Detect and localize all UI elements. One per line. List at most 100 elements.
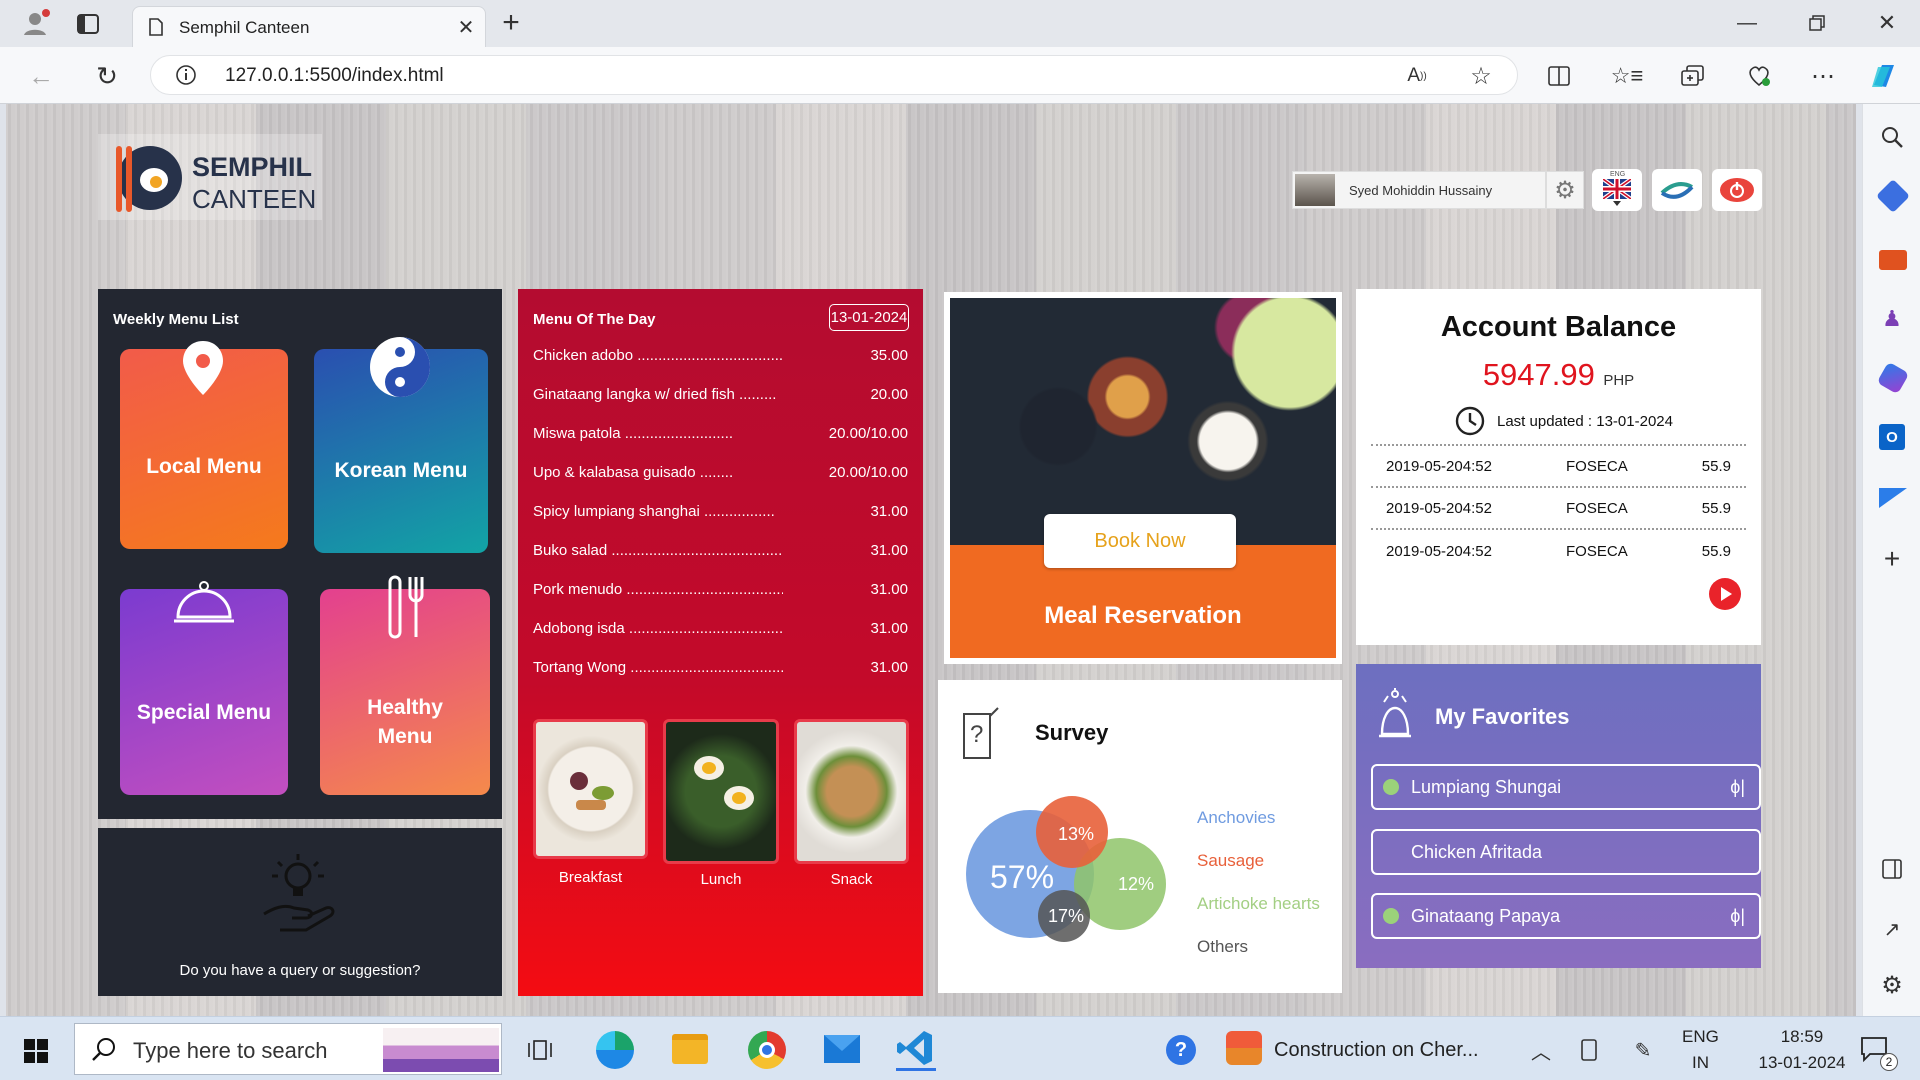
- hide-sidebar-icon[interactable]: [1877, 854, 1907, 884]
- mail-icon[interactable]: [824, 1035, 860, 1063]
- minimize-icon[interactable]: —: [1730, 8, 1764, 38]
- menu-date-badge[interactable]: 13-01-2024: [829, 304, 909, 331]
- lunch-label: Lunch: [700, 871, 742, 888]
- label-12: 12%: [1118, 874, 1154, 894]
- task-view-icon[interactable]: [522, 1033, 558, 1067]
- keyboard-region[interactable]: IN: [1692, 1053, 1709, 1073]
- profile-icon[interactable]: [18, 6, 52, 40]
- more-options-icon[interactable]: ⋯: [1808, 61, 1838, 91]
- menu-item-row: Tortang Wong ...........................…: [533, 659, 908, 698]
- utensils-icon[interactable]: ϕ|: [1730, 906, 1745, 927]
- menu-item-name: Tortang Wong ...........................…: [533, 659, 783, 676]
- language-selector[interactable]: ENG: [1592, 169, 1642, 211]
- query-panel[interactable]: Do you have a query or suggestion?: [98, 828, 502, 996]
- file-explorer-icon[interactable]: [672, 1034, 708, 1064]
- tx-store: FOSECA: [1566, 542, 1628, 560]
- survey-question-icon[interactable]: ?: [960, 706, 1000, 762]
- add-sidebar-icon[interactable]: +: [1877, 543, 1907, 574]
- menu-item-row: Ginataang langka w/ dried fish .........…: [533, 386, 908, 425]
- tx-date: 2019-05-204:52: [1386, 457, 1492, 475]
- search-placeholder: Type here to search: [133, 1038, 328, 1063]
- snack-image[interactable]: [794, 719, 909, 864]
- read-aloud-icon[interactable]: A)): [1403, 62, 1431, 90]
- news-traffic-icon[interactable]: [1226, 1031, 1262, 1065]
- split-screen-icon[interactable]: [1544, 61, 1574, 91]
- collections-icon[interactable]: [1678, 61, 1708, 91]
- url-field[interactable]: 127.0.0.1:5500/index.html A)) ☆: [150, 55, 1518, 95]
- refresh-icon[interactable]: ↻: [92, 61, 122, 91]
- outlook-icon[interactable]: O: [1879, 424, 1905, 450]
- close-tab-icon[interactable]: ✕: [455, 16, 477, 39]
- page-icon: [147, 17, 165, 37]
- search-icon[interactable]: [1877, 122, 1907, 152]
- menu-item-name: Spicy lumpiang shanghai ................…: [533, 503, 775, 520]
- tx-amount: 55.9: [1701, 457, 1731, 475]
- clock-date[interactable]: 13-01-2024: [1752, 1053, 1852, 1073]
- tx-date: 2019-05-204:52: [1386, 542, 1492, 560]
- settings-gear-icon[interactable]: ⚙: [1877, 970, 1907, 1000]
- new-tab-icon[interactable]: +: [496, 6, 526, 39]
- tablet-icon[interactable]: [1574, 1035, 1604, 1065]
- site-info-icon[interactable]: [175, 64, 197, 86]
- meal-reservation-card[interactable]: Book Now Meal Reservation: [944, 292, 1342, 664]
- start-windows-icon[interactable]: [24, 1039, 48, 1063]
- transaction-row: 2019-05-204:52 FOSECA 55.9: [1371, 530, 1746, 572]
- keyboard-lang[interactable]: ENG: [1682, 1027, 1719, 1047]
- logo-line-1: SEMPHIL: [192, 152, 313, 182]
- tab-semphil-canteen[interactable]: Semphil Canteen ✕: [132, 6, 486, 47]
- lunch-image[interactable]: [663, 719, 779, 864]
- tab-actions-icon[interactable]: [74, 10, 102, 38]
- vscode-icon[interactable]: [896, 1029, 936, 1071]
- local-menu-tile[interactable]: Local Menu: [120, 341, 288, 549]
- send-icon[interactable]: [1879, 488, 1907, 508]
- healthy-menu-tile[interactable]: Healthy Menu: [320, 575, 490, 795]
- favorite-item[interactable]: Ginataang Papaya ϕ|: [1371, 893, 1761, 939]
- browser-essentials-icon[interactable]: [1744, 61, 1774, 91]
- favorites-icon[interactable]: ☆≡: [1611, 61, 1644, 91]
- tx-amount: 55.9: [1701, 542, 1731, 560]
- menu-item-name: Pork menudo ............................…: [533, 581, 783, 598]
- back-icon[interactable]: ←: [26, 61, 56, 91]
- windows-taskbar: Type here to search ? Construction on Ch…: [0, 1016, 1920, 1080]
- weekly-menu-panel: Weekly Menu List Local Menu Korean Menu …: [98, 289, 502, 819]
- menu-item-name: Miswa patola ..........................: [533, 425, 734, 442]
- site-logo[interactable]: SEMPHIL CANTEEN: [98, 134, 322, 220]
- favorite-star-icon[interactable]: ☆: [1467, 62, 1495, 90]
- favorite-item[interactable]: Lumpiang Shungai ϕ|: [1371, 764, 1761, 810]
- tx-store: FOSECA: [1566, 499, 1628, 517]
- utensils-icon[interactable]: ϕ|: [1730, 777, 1745, 798]
- games-icon[interactable]: ♟: [1877, 304, 1907, 334]
- play-more-icon[interactable]: [1708, 577, 1742, 611]
- close-window-icon[interactable]: ✕: [1870, 8, 1904, 38]
- user-settings-gear-icon[interactable]: ⚙: [1546, 171, 1584, 209]
- book-now-button[interactable]: Book Now: [1044, 514, 1236, 568]
- menu-item-row: Buko salad .............................…: [533, 542, 908, 581]
- clock-time[interactable]: 18:59: [1762, 1027, 1842, 1047]
- yin-yang-icon: [370, 337, 430, 397]
- power-icon[interactable]: [1712, 169, 1762, 211]
- uk-flag-icon: [1603, 179, 1631, 199]
- microsoft365-icon[interactable]: [1876, 361, 1910, 395]
- open-external-icon[interactable]: ↗: [1877, 914, 1907, 944]
- menu-item-row: Upo & kalabasa guisado ........ 20.00/10.…: [533, 464, 908, 503]
- breakfast-image[interactable]: [533, 719, 648, 859]
- pen-icon[interactable]: ✎: [1628, 1035, 1658, 1065]
- copilot-icon[interactable]: [1866, 57, 1904, 95]
- show-hidden-icons-chevron[interactable]: ︿: [1526, 1035, 1556, 1065]
- korean-menu-tile[interactable]: Korean Menu: [314, 337, 488, 553]
- special-menu-tile[interactable]: Special Menu: [120, 581, 288, 795]
- edge-browser-icon[interactable]: [596, 1031, 634, 1069]
- sync-icon[interactable]: [1652, 169, 1702, 211]
- user-profile[interactable]: Syed Mohiddin Hussainy: [1292, 171, 1546, 209]
- restore-icon[interactable]: [1800, 8, 1834, 38]
- favorite-item[interactable]: Chicken Afritada: [1371, 829, 1761, 875]
- shopping-tag-icon[interactable]: [1876, 179, 1910, 213]
- chrome-icon[interactable]: [748, 1031, 786, 1069]
- menu-item-name: Upo & kalabasa guisado ........: [533, 464, 734, 481]
- snack-label: Snack: [830, 871, 873, 888]
- menu-item-price: 31.00: [870, 620, 908, 637]
- news-headline[interactable]: Construction on Cher...: [1274, 1039, 1479, 1062]
- taskbar-search[interactable]: Type here to search: [74, 1023, 502, 1075]
- tools-briefcase-icon[interactable]: [1879, 250, 1907, 270]
- help-icon[interactable]: ?: [1166, 1035, 1196, 1065]
